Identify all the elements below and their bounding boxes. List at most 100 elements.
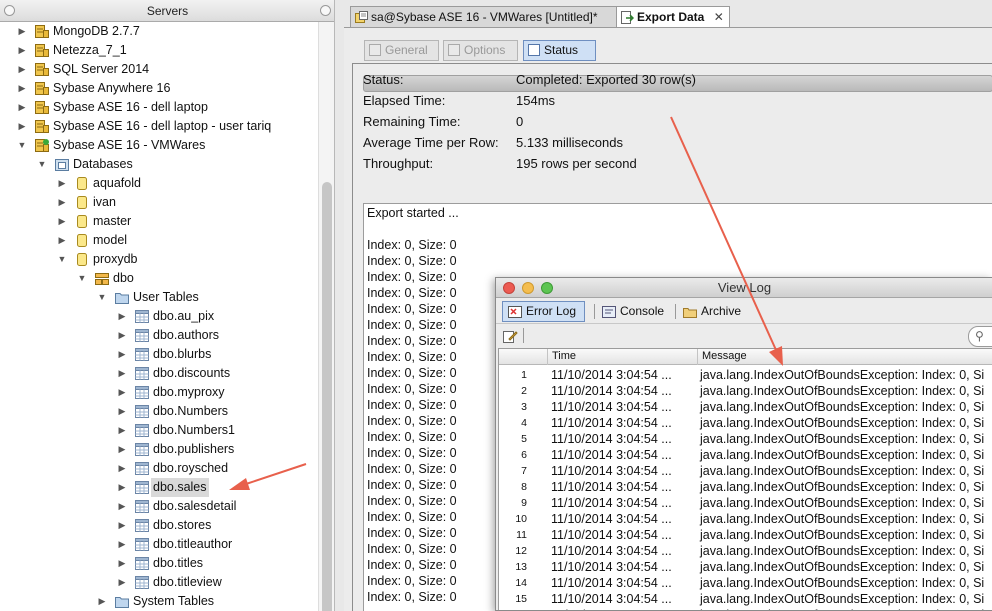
expand-arrow-icon[interactable]: ▶ <box>116 516 128 535</box>
window-minimize-icon[interactable] <box>522 282 534 294</box>
expand-arrow-icon[interactable]: ▶ <box>16 60 28 79</box>
expand-arrow-icon[interactable]: ▶ <box>116 345 128 364</box>
expand-arrow-icon[interactable]: ▶ <box>116 497 128 516</box>
expand-arrow-icon[interactable]: ▶ <box>116 307 128 326</box>
tab-export-data[interactable]: Export Data ✕ <box>616 6 730 28</box>
tree-item[interactable]: ▶ MongoDB 2.7.7 <box>0 22 318 41</box>
collapse-arrow-icon[interactable]: ▼ <box>16 136 28 155</box>
close-tab-icon[interactable]: ✕ <box>714 10 724 24</box>
expand-arrow-icon[interactable]: ▶ <box>116 478 128 497</box>
tree-item[interactable]: ▶ SQL Server 2014 <box>0 60 318 79</box>
expand-arrow-icon[interactable]: ▶ <box>16 22 28 41</box>
expand-arrow-icon[interactable]: ▶ <box>116 535 128 554</box>
table-row[interactable]: 12 11/10/2014 3:04:54 ... java.lang.IndexO… <box>499 543 992 559</box>
tree-item[interactable]: ▶ master <box>0 212 318 231</box>
table-row[interactable]: 6 11/10/2014 3:04:54 ... java.lang.IndexOu… <box>499 447 992 463</box>
tab-query-editor[interactable]: sa@Sybase ASE 16 - VMWares [Untitled]* <box>350 6 618 28</box>
collapse-arrow-icon[interactable]: ▼ <box>76 269 88 288</box>
expand-arrow-icon[interactable]: ▶ <box>56 231 68 250</box>
tree-item[interactable]: ▶ dbo.Numbers <box>0 402 318 421</box>
error-log-table[interactable]: Time Message 1 11/10/2014 3:04:54 ... java… <box>498 348 992 610</box>
tree-item[interactable]: ▶ dbo.titleauthor <box>0 535 318 554</box>
expand-arrow-icon[interactable]: ▶ <box>56 193 68 212</box>
tree-item[interactable]: ▶ aquafold <box>0 174 318 193</box>
edit-notes-icon[interactable] <box>503 329 518 344</box>
subtab-general[interactable]: General <box>364 40 439 61</box>
view-log-titlebar[interactable]: View Log <box>496 278 992 298</box>
tree-item[interactable]: ▶ dbo.discounts <box>0 364 318 383</box>
expand-arrow-icon[interactable]: ▶ <box>16 117 28 136</box>
tree-item[interactable]: ▼ proxydb <box>0 250 318 269</box>
tree-item[interactable]: ▶ dbo.Numbers1 <box>0 421 318 440</box>
table-row[interactable]: 8 11/10/2014 3:04:54 ... java.lang.IndexOu… <box>499 479 992 495</box>
tree-item[interactable]: ▶ dbo.stores <box>0 516 318 535</box>
table-row[interactable]: 16 11/10/2014 3:04:54 ... java.lang.IndexO… <box>499 607 992 610</box>
tree-item[interactable]: ▶ dbo.publishers <box>0 440 318 459</box>
tab-console[interactable]: Console <box>596 301 673 322</box>
expand-arrow-icon[interactable]: ▶ <box>116 459 128 478</box>
expand-arrow-icon[interactable]: ▶ <box>96 592 108 611</box>
window-zoom-icon[interactable] <box>541 282 553 294</box>
expand-arrow-icon[interactable]: ▶ <box>16 98 28 117</box>
tree-item[interactable]: ▼ Sybase ASE 16 - VMWares <box>0 136 318 155</box>
tree-item[interactable]: ▶ dbo.sales <box>0 478 318 497</box>
collapse-arrow-icon[interactable]: ▼ <box>96 288 108 307</box>
tree-item[interactable]: ▼ dbo <box>0 269 318 288</box>
table-row[interactable]: 7 11/10/2014 3:04:54 ... java.lang.IndexOu… <box>499 463 992 479</box>
tree-scrollbar[interactable] <box>318 22 334 611</box>
tree-item[interactable]: ▶ dbo.roysched <box>0 459 318 478</box>
tree-item[interactable]: ▶ Netezza_7_1 <box>0 41 318 60</box>
tree-item[interactable]: ▶ model <box>0 231 318 250</box>
expand-arrow-icon[interactable]: ▶ <box>56 212 68 231</box>
subtab-status[interactable]: Status <box>523 40 596 61</box>
column-header-time[interactable]: Time <box>547 349 697 365</box>
table-row[interactable]: 14 11/10/2014 3:04:54 ... java.lang.IndexO… <box>499 575 992 591</box>
window-close-icon[interactable] <box>503 282 515 294</box>
tree-item[interactable]: ▼ User Tables <box>0 288 318 307</box>
expand-arrow-icon[interactable]: ▶ <box>116 383 128 402</box>
tree-item[interactable]: ▶ Sybase ASE 16 - dell laptop - user tari… <box>0 117 318 136</box>
table-row[interactable]: 1 11/10/2014 3:04:54 ... java.lang.IndexOu… <box>499 367 992 383</box>
expand-arrow-icon[interactable]: ▶ <box>16 79 28 98</box>
collapse-arrow-icon[interactable]: ▼ <box>36 155 48 174</box>
subtab-options[interactable]: Options <box>443 40 518 61</box>
tree-item[interactable]: ▶ dbo.titles <box>0 554 318 573</box>
expand-arrow-icon[interactable]: ▶ <box>116 573 128 592</box>
expand-arrow-icon[interactable]: ▶ <box>116 402 128 421</box>
expand-arrow-icon[interactable]: ▶ <box>116 440 128 459</box>
tree-item[interactable]: ▶ Sybase ASE 16 - dell laptop <box>0 98 318 117</box>
panel-close-icon[interactable] <box>4 5 15 16</box>
table-row[interactable]: 5 11/10/2014 3:04:54 ... java.lang.IndexOu… <box>499 431 992 447</box>
expand-arrow-icon[interactable]: ▶ <box>116 326 128 345</box>
tree-item[interactable]: ▶ dbo.authors <box>0 326 318 345</box>
tab-archive[interactable]: Archive <box>677 301 750 322</box>
tree-item[interactable]: ▶ ivan <box>0 193 318 212</box>
expand-arrow-icon[interactable]: ▶ <box>56 174 68 193</box>
panel-maximize-icon[interactable] <box>320 5 331 16</box>
table-row[interactable]: 15 11/10/2014 3:04:54 ... java.lang.IndexO… <box>499 591 992 607</box>
table-row[interactable]: 2 11/10/2014 3:04:54 ... java.lang.IndexOu… <box>499 383 992 399</box>
expand-arrow-icon[interactable]: ▶ <box>16 41 28 60</box>
table-row[interactable]: 10 11/10/2014 3:04:54 ... java.lang.IndexO… <box>499 511 992 527</box>
tree-item[interactable]: ▶ dbo.salesdetail <box>0 497 318 516</box>
column-header-index[interactable] <box>499 349 547 365</box>
tree-item[interactable]: ▼ Databases <box>0 155 318 174</box>
tree-scrollbar-thumb[interactable] <box>322 182 332 611</box>
tree-item[interactable]: ▶ dbo.au_pix <box>0 307 318 326</box>
expand-arrow-icon[interactable]: ▶ <box>116 421 128 440</box>
expand-arrow-icon[interactable]: ▶ <box>116 364 128 383</box>
expand-arrow-icon[interactable]: ▶ <box>116 554 128 573</box>
table-row[interactable]: 11 11/10/2014 3:04:54 ... java.lang.IndexO… <box>499 527 992 543</box>
log-search-field[interactable]: ⚲ <box>968 326 992 347</box>
table-row[interactable]: 3 11/10/2014 3:04:54 ... java.lang.IndexOu… <box>499 399 992 415</box>
collapse-arrow-icon[interactable]: ▼ <box>56 250 68 269</box>
table-row[interactable]: 9 11/10/2014 3:04:54 ... java.lang.IndexOu… <box>499 495 992 511</box>
tab-error-log[interactable]: Error Log <box>502 301 586 322</box>
tree-item[interactable]: ▶ dbo.blurbs <box>0 345 318 364</box>
table-row[interactable]: 4 11/10/2014 3:04:54 ... java.lang.IndexOu… <box>499 415 992 431</box>
tree-item[interactable]: ▶ dbo.myproxy <box>0 383 318 402</box>
column-header-message[interactable]: Message <box>697 349 992 365</box>
tree-item[interactable]: ▶ Sybase Anywhere 16 <box>0 79 318 98</box>
table-row[interactable]: 13 11/10/2014 3:04:54 ... java.lang.IndexO… <box>499 559 992 575</box>
tree-item[interactable]: ▶ dbo.titleview <box>0 573 318 592</box>
